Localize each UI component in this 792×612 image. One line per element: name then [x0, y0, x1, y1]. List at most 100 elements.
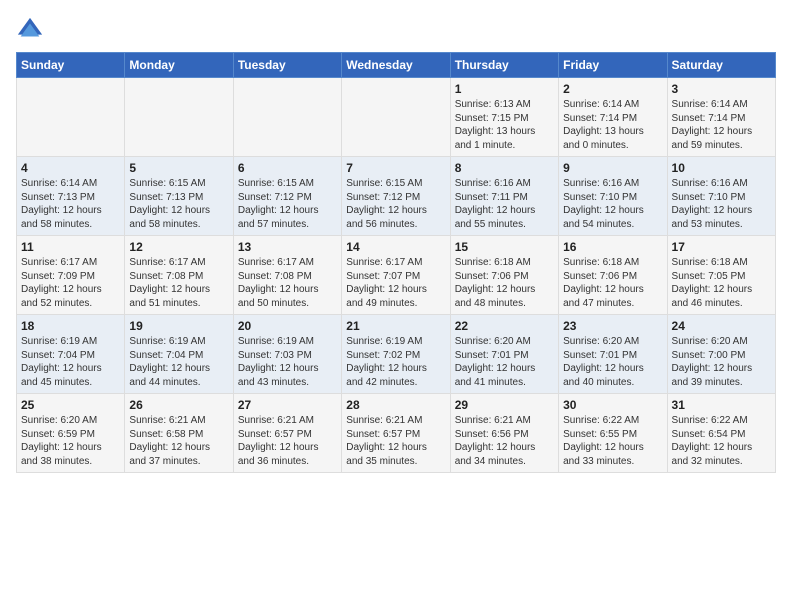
- day-number: 4: [21, 161, 120, 175]
- day-number: 13: [238, 240, 337, 254]
- day-number: 29: [455, 398, 554, 412]
- day-number: 24: [672, 319, 771, 333]
- calendar-cell: 13 Sunrise: 6:17 AM Sunset: 7:08 PM Dayli…: [233, 236, 341, 315]
- day-header-saturday: Saturday: [667, 53, 775, 78]
- cell-content: Sunrise: 6:21 AM Sunset: 6:57 PM Dayligh…: [346, 414, 445, 468]
- cell-content: Sunrise: 6:18 AM Sunset: 7:05 PM Dayligh…: [672, 256, 771, 310]
- day-number: 27: [238, 398, 337, 412]
- day-number: 2: [563, 82, 662, 96]
- day-number: 14: [346, 240, 445, 254]
- calendar-cell: 14 Sunrise: 6:17 AM Sunset: 7:07 PM Dayli…: [342, 236, 450, 315]
- day-number: 17: [672, 240, 771, 254]
- calendar-cell: 7 Sunrise: 6:15 AM Sunset: 7:12 PM Daylig…: [342, 157, 450, 236]
- day-header-sunday: Sunday: [17, 53, 125, 78]
- calendar-cell: 17 Sunrise: 6:18 AM Sunset: 7:05 PM Dayli…: [667, 236, 775, 315]
- cell-content: Sunrise: 6:15 AM Sunset: 7:12 PM Dayligh…: [346, 177, 445, 231]
- calendar-cell: 27Sunrise: 6:21 AM Sunset: 6:57 PM Dayli…: [233, 394, 341, 473]
- cell-content: Sunrise: 6:20 AM Sunset: 6:59 PM Dayligh…: [21, 414, 120, 468]
- cell-content: Sunrise: 6:14 AM Sunset: 7:13 PM Dayligh…: [21, 177, 120, 231]
- calendar-body: 1 Sunrise: 6:13 AM Sunset: 7:15 PM Daylig…: [17, 78, 776, 473]
- calendar-cell: 19 Sunrise: 6:19 AM Sunset: 7:04 PM Dayli…: [125, 315, 233, 394]
- calendar-cell: 4 Sunrise: 6:14 AM Sunset: 7:13 PM Daylig…: [17, 157, 125, 236]
- cell-content: Sunrise: 6:17 AM Sunset: 7:08 PM Dayligh…: [129, 256, 228, 310]
- calendar-cell: 10Sunrise: 6:16 AM Sunset: 7:10 PM Dayli…: [667, 157, 775, 236]
- calendar-cell: 12 Sunrise: 6:17 AM Sunset: 7:08 PM Dayli…: [125, 236, 233, 315]
- week-row-4: 18 Sunrise: 6:19 AM Sunset: 7:04 PM Dayli…: [17, 315, 776, 394]
- day-number: 6: [238, 161, 337, 175]
- cell-content: Sunrise: 6:20 AM Sunset: 7:01 PM Dayligh…: [455, 335, 554, 389]
- day-number: 31: [672, 398, 771, 412]
- cell-content: Sunrise: 6:22 AM Sunset: 6:54 PM Dayligh…: [672, 414, 771, 468]
- day-number: 5: [129, 161, 228, 175]
- calendar-table: SundayMondayTuesdayWednesdayThursdayFrid…: [16, 52, 776, 473]
- day-number: 30: [563, 398, 662, 412]
- day-number: 7: [346, 161, 445, 175]
- cell-content: Sunrise: 6:17 AM Sunset: 7:07 PM Dayligh…: [346, 256, 445, 310]
- cell-content: Sunrise: 6:21 AM Sunset: 6:56 PM Dayligh…: [455, 414, 554, 468]
- calendar-cell: 16 Sunrise: 6:18 AM Sunset: 7:06 PM Dayli…: [559, 236, 667, 315]
- week-row-1: 1 Sunrise: 6:13 AM Sunset: 7:15 PM Daylig…: [17, 78, 776, 157]
- day-number: 19: [129, 319, 228, 333]
- day-number: 1: [455, 82, 554, 96]
- cell-content: Sunrise: 6:22 AM Sunset: 6:55 PM Dayligh…: [563, 414, 662, 468]
- calendar-header-row: SundayMondayTuesdayWednesdayThursdayFrid…: [17, 53, 776, 78]
- calendar-cell: 11Sunrise: 6:17 AM Sunset: 7:09 PM Dayli…: [17, 236, 125, 315]
- day-number: 12: [129, 240, 228, 254]
- day-number: 16: [563, 240, 662, 254]
- calendar-cell: [342, 78, 450, 157]
- day-number: 20: [238, 319, 337, 333]
- calendar-cell: 28 Sunrise: 6:21 AM Sunset: 6:57 PM Dayli…: [342, 394, 450, 473]
- calendar-cell: 21 Sunrise: 6:19 AM Sunset: 7:02 PM Dayli…: [342, 315, 450, 394]
- cell-content: Sunrise: 6:20 AM Sunset: 7:01 PM Dayligh…: [563, 335, 662, 389]
- calendar-cell: 18 Sunrise: 6:19 AM Sunset: 7:04 PM Dayli…: [17, 315, 125, 394]
- day-number: 26: [129, 398, 228, 412]
- cell-content: Sunrise: 6:16 AM Sunset: 7:11 PM Dayligh…: [455, 177, 554, 231]
- calendar-cell: 31 Sunrise: 6:22 AM Sunset: 6:54 PM Dayli…: [667, 394, 775, 473]
- cell-content: Sunrise: 6:14 AM Sunset: 7:14 PM Dayligh…: [672, 98, 771, 152]
- cell-content: Sunrise: 6:13 AM Sunset: 7:15 PM Dayligh…: [455, 98, 554, 152]
- day-number: 3: [672, 82, 771, 96]
- calendar-cell: 8 Sunrise: 6:16 AM Sunset: 7:11 PM Daylig…: [450, 157, 558, 236]
- cell-content: Sunrise: 6:17 AM Sunset: 7:09 PM Dayligh…: [21, 256, 120, 310]
- calendar-cell: 2 Sunrise: 6:14 AM Sunset: 7:14 PM Daylig…: [559, 78, 667, 157]
- cell-content: Sunrise: 6:14 AM Sunset: 7:14 PM Dayligh…: [563, 98, 662, 152]
- calendar-cell: 1 Sunrise: 6:13 AM Sunset: 7:15 PM Daylig…: [450, 78, 558, 157]
- cell-content: Sunrise: 6:17 AM Sunset: 7:08 PM Dayligh…: [238, 256, 337, 310]
- week-row-3: 11Sunrise: 6:17 AM Sunset: 7:09 PM Dayli…: [17, 236, 776, 315]
- cell-content: Sunrise: 6:19 AM Sunset: 7:03 PM Dayligh…: [238, 335, 337, 389]
- day-number: 22: [455, 319, 554, 333]
- day-number: 21: [346, 319, 445, 333]
- calendar-cell: 24 Sunrise: 6:20 AM Sunset: 7:00 PM Dayli…: [667, 315, 775, 394]
- cell-content: Sunrise: 6:19 AM Sunset: 7:04 PM Dayligh…: [129, 335, 228, 389]
- day-header-thursday: Thursday: [450, 53, 558, 78]
- day-number: 25: [21, 398, 120, 412]
- day-number: 28: [346, 398, 445, 412]
- day-header-wednesday: Wednesday: [342, 53, 450, 78]
- cell-content: Sunrise: 6:15 AM Sunset: 7:12 PM Dayligh…: [238, 177, 337, 231]
- day-number: 15: [455, 240, 554, 254]
- day-number: 23: [563, 319, 662, 333]
- cell-content: Sunrise: 6:16 AM Sunset: 7:10 PM Dayligh…: [672, 177, 771, 231]
- logo-icon: [16, 16, 44, 44]
- calendar-cell: 23 Sunrise: 6:20 AM Sunset: 7:01 PM Dayli…: [559, 315, 667, 394]
- cell-content: Sunrise: 6:20 AM Sunset: 7:00 PM Dayligh…: [672, 335, 771, 389]
- calendar-cell: 3 Sunrise: 6:14 AM Sunset: 7:14 PM Daylig…: [667, 78, 775, 157]
- cell-content: Sunrise: 6:16 AM Sunset: 7:10 PM Dayligh…: [563, 177, 662, 231]
- day-number: 18: [21, 319, 120, 333]
- calendar-cell: [17, 78, 125, 157]
- cell-content: Sunrise: 6:15 AM Sunset: 7:13 PM Dayligh…: [129, 177, 228, 231]
- cell-content: Sunrise: 6:21 AM Sunset: 6:58 PM Dayligh…: [129, 414, 228, 468]
- cell-content: Sunrise: 6:18 AM Sunset: 7:06 PM Dayligh…: [563, 256, 662, 310]
- cell-content: Sunrise: 6:18 AM Sunset: 7:06 PM Dayligh…: [455, 256, 554, 310]
- page-header: [16, 16, 776, 44]
- cell-content: Sunrise: 6:19 AM Sunset: 7:04 PM Dayligh…: [21, 335, 120, 389]
- calendar-cell: 25 Sunrise: 6:20 AM Sunset: 6:59 PM Dayli…: [17, 394, 125, 473]
- week-row-2: 4 Sunrise: 6:14 AM Sunset: 7:13 PM Daylig…: [17, 157, 776, 236]
- calendar-cell: [233, 78, 341, 157]
- day-number: 8: [455, 161, 554, 175]
- cell-content: Sunrise: 6:19 AM Sunset: 7:02 PM Dayligh…: [346, 335, 445, 389]
- calendar-cell: 5 Sunrise: 6:15 AM Sunset: 7:13 PM Daylig…: [125, 157, 233, 236]
- calendar-cell: 29 Sunrise: 6:21 AM Sunset: 6:56 PM Dayli…: [450, 394, 558, 473]
- calendar-cell: 15 Sunrise: 6:18 AM Sunset: 7:06 PM Dayli…: [450, 236, 558, 315]
- day-header-friday: Friday: [559, 53, 667, 78]
